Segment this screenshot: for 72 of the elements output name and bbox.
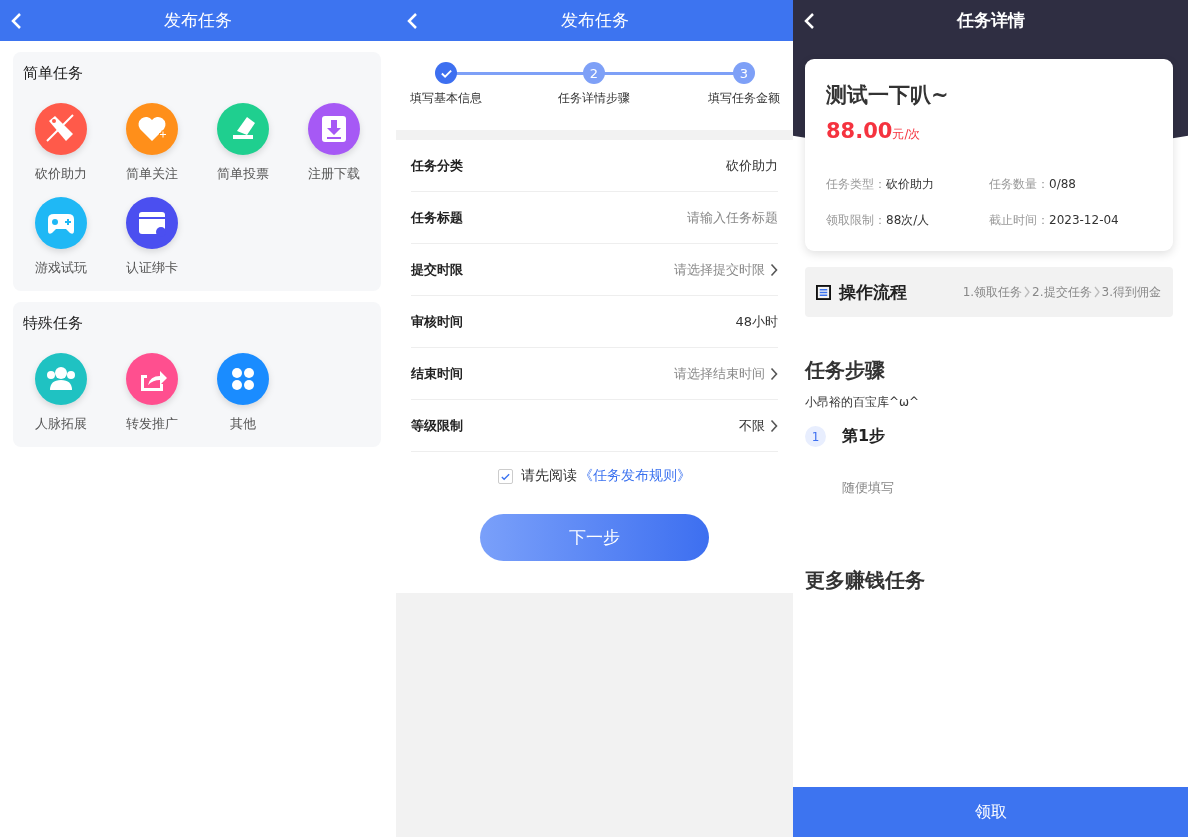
step-number: 2 (583, 62, 605, 84)
task-type-label: 游戏试玩 (34, 259, 87, 277)
download-icon[interactable] (307, 103, 360, 155)
gamepad-icon[interactable] (34, 197, 87, 249)
section-title: 特殊任务 (23, 314, 84, 333)
step-label: 填写任务金额 (708, 90, 780, 107)
chevron-icon[interactable] (770, 418, 778, 433)
flow-step: 1.领取任务 (962, 283, 1023, 301)
card-icon[interactable] (125, 197, 178, 249)
chevron-icon (1093, 286, 1100, 298)
meta-value: 0/88 (1049, 177, 1076, 191)
step-label: 任务详情步骤 (558, 90, 630, 107)
field-label: 等级限制 (411, 416, 463, 435)
checkbox[interactable] (498, 468, 513, 484)
page-title: 任务详情 (956, 9, 1025, 32)
people-icon[interactable] (34, 353, 87, 405)
list-icon (816, 284, 831, 300)
task-title: 测试一下叭~ (826, 82, 950, 109)
step-title: 第1步 (842, 426, 886, 447)
task-price: 88.00 (826, 119, 893, 143)
page-title: 发布任务 (560, 9, 629, 32)
flow-step: 2.提交任务 (1032, 283, 1092, 301)
task-type-label: 注册下载 (307, 165, 360, 183)
task-type-label: 简单投票 (216, 165, 269, 183)
step-label: 填写基本信息 (410, 90, 482, 107)
page-title: 发布任务 (164, 9, 232, 32)
task-type-label: 砍价助力 (34, 165, 87, 183)
input-field[interactable]: 请选择提交时限 (674, 260, 765, 279)
field-value: 48小时 (735, 312, 778, 331)
step-number: 1 (805, 426, 826, 447)
rules-link[interactable]: 《任务发布规则》 (579, 467, 691, 485)
meta-value: 砍价助力 (886, 177, 934, 191)
field-label: 提交时限 (411, 260, 463, 279)
field-value: 不限 (739, 416, 765, 435)
chevron-icon (1024, 286, 1031, 298)
field-label: 任务标题 (411, 208, 463, 227)
meta-label: 截止时间： (989, 213, 1049, 227)
field-label: 任务分类 (411, 156, 463, 175)
meta-value: 2023-12-04 (1049, 213, 1119, 227)
claim-button[interactable]: 领取 (793, 787, 1188, 837)
input-field[interactable]: 请选择结束时间 (674, 364, 765, 383)
section-title: 任务步骤 (805, 357, 886, 384)
back-icon[interactable] (803, 12, 815, 30)
field-label: 审核时间 (411, 312, 463, 331)
step-text: 随便填写 (842, 479, 895, 497)
share-icon[interactable] (125, 353, 178, 405)
next-button[interactable]: 下一步 (480, 514, 709, 561)
section-subtitle: 小昂裕的百宝库^ω^ (805, 394, 921, 411)
task-type-label: 转发推广 (125, 415, 178, 433)
tag-icon[interactable] (34, 103, 87, 155)
task-type-label: 简单关注 (125, 165, 178, 183)
vote-icon[interactable] (216, 103, 269, 155)
price-unit: 元/次 (892, 127, 921, 143)
chevron-icon[interactable] (770, 366, 778, 381)
flow-title: 操作流程 (839, 280, 908, 304)
agreement-text: 请先阅读 (521, 467, 577, 485)
task-type-label: 人脉拓展 (34, 415, 87, 433)
task-type-label: 其他 (229, 415, 256, 433)
field-label: 结束时间 (411, 364, 463, 383)
clover-icon[interactable] (216, 353, 269, 405)
flow-step: 3.得到佣金 (1101, 283, 1161, 301)
meta-value: 88次/人 (886, 213, 930, 227)
task-type-label: 认证绑卡 (125, 259, 178, 277)
section-title: 更多赚钱任务 (805, 567, 926, 594)
input-field[interactable]: 请输入任务标题 (687, 208, 778, 227)
meta-label: 任务数量： (989, 177, 1049, 191)
meta-label: 领取限制： (826, 213, 886, 227)
step-number: 3 (733, 62, 755, 84)
section-title: 简单任务 (23, 64, 84, 83)
chevron-icon[interactable] (770, 262, 778, 277)
meta-label: 任务类型： (826, 177, 886, 191)
field-value: 砍价助力 (726, 156, 778, 175)
